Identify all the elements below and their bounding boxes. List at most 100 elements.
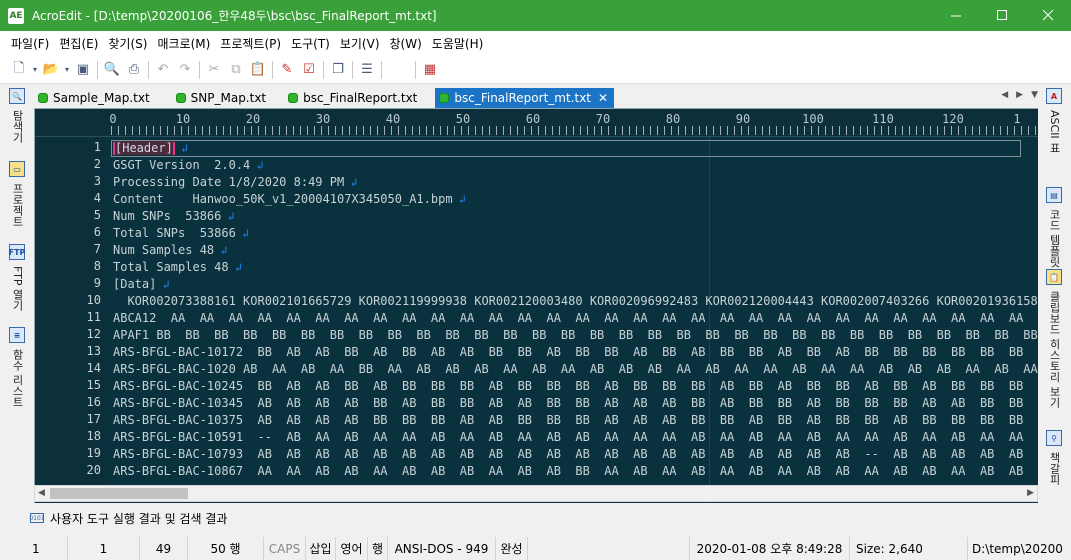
print-icon[interactable]: ⎙ [123, 59, 145, 81]
text-content[interactable]: [Header] ↲ GSGT Version 2.0.4 ↲ Processing… [113, 137, 1038, 503]
status-total-lines: 50 행 [188, 537, 264, 560]
window-icon[interactable]: ❐ [327, 59, 349, 81]
open-folder-icon[interactable]: 📂 [40, 59, 62, 81]
tab-scroll-left-icon[interactable]: ◀ [1001, 90, 1008, 100]
code-line[interactable]: ARS-BFGL-BAC-10172 BB AB AB BB AB BB AB … [113, 344, 1038, 361]
redo-icon[interactable]: ↷ [174, 59, 196, 81]
title-bar: AE AcroEdit - [D:\temp\20200106_한우48두\bs… [0, 0, 1071, 31]
line-text: GSGT Version 2.0.4 [113, 158, 251, 172]
bookmark-list-icon[interactable]: ☑ [298, 59, 320, 81]
menu-project[interactable]: 프로젝트(P) [215, 35, 286, 52]
ruler-label: 1 [1013, 112, 1021, 126]
code-line[interactable]: KOR002073388161 KOR002101665729 KOR00211… [113, 293, 1038, 310]
tab-label: bsc_FinalReport_mt.txt [454, 91, 591, 105]
close-icon[interactable] [1025, 0, 1071, 31]
tab-label: SNP_Map.txt [190, 91, 267, 105]
calendar-icon[interactable]: ▦ [419, 59, 441, 81]
tab-bsc-finalreport[interactable]: bsc_FinalReport.txt [284, 88, 423, 108]
scroll-right-icon[interactable]: ▶ [1027, 486, 1034, 501]
code-line[interactable]: ARS-BFGL-BAC-10345 AB AB AB AB BB AB BB … [113, 395, 1038, 412]
tab-sample-map[interactable]: Sample_Map.txt [34, 88, 156, 108]
code-line[interactable]: ARS-BFGL-BAC-10867 AA AA AB AB AA AB AB … [113, 463, 1038, 480]
explorer-icon: 🔍 [9, 88, 25, 104]
editor[interactable]: 0 10 20 30 40 50 60 70 80 90 100 110 120… [34, 108, 1038, 503]
file-status-icon [288, 93, 299, 103]
undo-icon[interactable]: ↶ [152, 59, 174, 81]
code-line[interactable]: ARS-BFGL-BAC-10375 AB AB AB AB BB BB BB … [113, 412, 1038, 429]
line-number: 19 [86, 446, 101, 460]
side-tab-clipboard[interactable]: 📋 클립보드 히스토리 보기 [1043, 269, 1065, 408]
horizontal-scrollbar[interactable]: ◀ ▶ [34, 485, 1038, 502]
tab-bsc-finalreport-mt[interactable]: bsc_FinalReport_mt.txt ✕ [435, 88, 615, 108]
ruler-label: 80 [665, 112, 681, 126]
line-end-icon: ↲ [156, 278, 170, 291]
cut-icon[interactable]: ✂ [203, 59, 225, 81]
code-line[interactable]: Num SNPs 53866 ↲ [113, 208, 235, 225]
menu-help[interactable]: 도움말(H) [427, 35, 489, 52]
status-column: 1 [68, 537, 140, 560]
side-tab-function-list[interactable]: ≡ 함수 리스트 [6, 327, 28, 408]
menu-macro[interactable]: 매크로(M) [152, 35, 215, 52]
paste-icon[interactable]: 📋 [247, 59, 269, 81]
code-line[interactable]: Content Hanwoo_50K_v1_20004107X345050_A1… [113, 191, 466, 208]
side-tab-explorer[interactable]: 🔍 탐색기 [6, 88, 28, 143]
line-text: Total Samples 48 [113, 260, 229, 274]
minimize-icon[interactable] [933, 0, 979, 31]
save-icon[interactable]: ▣ [72, 59, 94, 81]
new-file-icon[interactable]: 🗋 [8, 59, 30, 81]
column-mode-icon[interactable]: ☰ [356, 59, 378, 81]
maximize-icon[interactable] [979, 0, 1025, 31]
window-title: AcroEdit - [D:\temp\20200106_한우48두\bsc\b… [32, 9, 437, 23]
code-line[interactable]: Total Samples 48 ↲ [113, 259, 242, 276]
side-tab-project[interactable]: ▭ 프로젝트 [6, 161, 28, 227]
status-autocomplete: 완성 [496, 537, 528, 560]
menu-find[interactable]: 찾기(S) [103, 35, 152, 52]
code-line[interactable]: APAF1 BB BB BB BB BB BB BB BB BB BB BB B… [113, 327, 1038, 344]
menu-bar: 파일(F) 편집(E) 찾기(S) 매크로(M) 프로젝트(P) 도구(T) 보… [0, 31, 1071, 56]
code-line[interactable]: ARS-BFGL-BAC-1020 AB AA AB AA BB AA AB A… [113, 361, 1038, 378]
code-line[interactable]: [Header] ↲ [113, 140, 188, 157]
status-bar: 1 1 49 50 행 CAPS 삽입 영어 행 ANSI-DOS - 949 … [0, 537, 1071, 560]
scrollbar-thumb[interactable] [50, 488, 188, 499]
code-line[interactable]: ARS-BFGL-BAC-10793 AB AB AB AB AB AB AB … [113, 446, 1038, 463]
code-line[interactable]: GSGT Version 2.0.4 ↲ [113, 157, 264, 174]
tab-snp-map[interactable]: SNP_Map.txt [172, 88, 272, 108]
status-language: 영어 [336, 537, 368, 560]
toolbar-separator [97, 60, 98, 79]
menu-file[interactable]: 파일(F) [6, 35, 54, 52]
menu-edit[interactable]: 편집(E) [54, 35, 103, 52]
scroll-left-icon[interactable]: ◀ [38, 486, 45, 501]
left-side-panel: 🔍 탐색기 ▭ 프로젝트 FTP FTP 열기 ≡ 함수 리스트 [6, 84, 28, 504]
ruler-label: 70 [595, 112, 611, 126]
code-line[interactable]: Total SNPs 53866 ↲ [113, 225, 249, 242]
side-tab-ftp[interactable]: FTP FTP 열기 [6, 244, 28, 311]
line-text: ARS-BFGL-BAC-10375 AB AB AB AB BB BB BB … [113, 413, 1038, 427]
bookmark-icon[interactable]: ✎ [276, 59, 298, 81]
side-tab-bookmarks[interactable]: ⚲ 책갈피 [1043, 430, 1065, 485]
dropdown-icon[interactable]: ▾ [30, 59, 40, 81]
toolbar-separator [415, 60, 416, 79]
code-line[interactable]: ABCA12 AA AA AA AA AA AA AA AA AA AA AA … [113, 310, 1038, 327]
dropdown-icon[interactable]: ▾ [62, 59, 72, 81]
side-tab-ascii[interactable]: A ASCII 표 [1043, 88, 1065, 153]
code-line[interactable]: ARS-BFGL-BAC-10245 BB AB AB BB AB BB BB … [113, 378, 1038, 395]
line-number: 1 [93, 140, 101, 154]
code-line[interactable]: ARS-BFGL-BAC-10591 -- AB AA AB AA AA AB … [113, 429, 1038, 446]
side-tab-label: 코드 템플릿 [1048, 209, 1061, 268]
tab-list-icon[interactable]: ▼ [1031, 90, 1038, 100]
line-end-icon: ↲ [228, 261, 242, 274]
code-line[interactable]: [Data] ↲ [113, 276, 170, 293]
toolbar-separator [199, 60, 200, 79]
code-line[interactable]: Num Samples 48 ↲ [113, 242, 227, 259]
menu-tools[interactable]: 도구(T) [286, 35, 335, 52]
close-tab-icon[interactable]: ✕ [598, 91, 608, 105]
menu-window[interactable]: 창(W) [385, 35, 427, 52]
output-panel-tab[interactable]: 0101 사용자 도구 실행 결과 및 검색 결과 [29, 508, 227, 528]
status-caps: CAPS [264, 537, 306, 560]
menu-view[interactable]: 보기(V) [335, 35, 385, 52]
copy-icon[interactable]: ⧉ [225, 59, 247, 81]
tab-scroll-right-icon[interactable]: ▶ [1016, 90, 1023, 100]
print-preview-icon[interactable]: 🔍 [101, 59, 123, 81]
code-line[interactable]: Processing Date 1/8/2020 8:49 PM ↲ [113, 174, 357, 191]
side-tab-code-template[interactable]: ▤ 코드 템플릿 [1043, 187, 1065, 268]
